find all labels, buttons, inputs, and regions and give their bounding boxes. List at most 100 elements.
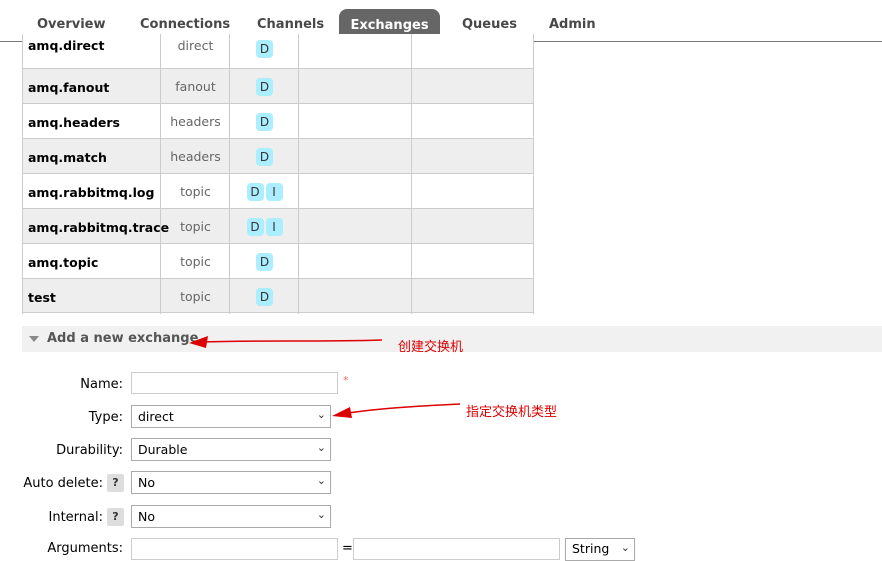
internal-badge: I	[265, 218, 283, 236]
table-row[interactable]: amq.rabbitmq.trace topic D I	[22, 208, 534, 244]
message-rate-out-cell	[412, 69, 534, 104]
feature-badges: D	[230, 40, 299, 58]
message-rate-out-cell	[412, 139, 534, 174]
arrow-specify-type	[341, 403, 461, 415]
feature-badges: DI	[230, 218, 299, 236]
exchange-name-cell: amq.topic	[22, 244, 161, 279]
exchange-name-cell: amq.fanout	[22, 69, 161, 104]
internal-help-icon[interactable]: ?	[107, 508, 124, 526]
table-row[interactable]: amq.headers headers D	[22, 103, 534, 139]
table-row[interactable]: amq.match headers D	[22, 138, 534, 174]
exchange-type-cell: topic	[161, 209, 230, 244]
durable-badge: D	[246, 183, 264, 201]
exchange-type-cell: topic	[161, 279, 230, 314]
durable-badge: D	[256, 78, 273, 96]
exchanges-table: amq.direct direct Damq.fanout fanout Damq.he…	[22, 34, 534, 314]
exchange-name-cell: amq.rabbitmq.log	[22, 174, 161, 209]
type-select[interactable]: direct ⌄	[131, 405, 331, 428]
table-row[interactable]: test topic D	[22, 278, 534, 314]
durability-select[interactable]: Durable ⌄	[131, 438, 331, 461]
durable-badge: D	[256, 288, 273, 306]
exchange-name-link[interactable]: amq.match	[28, 150, 107, 165]
table-row[interactable]: amq.rabbitmq.log topic D I	[22, 173, 534, 209]
table-row[interactable]: amq.topic topic D	[22, 243, 534, 279]
add-exchange-title: Add a new exchange	[47, 331, 199, 346]
table-row[interactable]: amq.direct direct D	[22, 34, 534, 69]
exchange-features-cell: D	[230, 69, 299, 104]
argument-key-input[interactable]	[131, 538, 338, 560]
exchange-type: topic	[180, 289, 211, 304]
message-rate-in-cell	[299, 104, 412, 139]
exchange-name-cell: amq.match	[22, 139, 161, 174]
exchange-type: direct	[177, 38, 214, 53]
durable-badge: D	[256, 113, 273, 131]
chevron-down-icon: ⌄	[316, 508, 326, 521]
tab-connections[interactable]: Connections	[140, 17, 230, 32]
collapse-triangle-icon[interactable]	[29, 336, 39, 342]
exchange-name-link[interactable]: amq.topic	[28, 255, 98, 270]
exchange-name-link[interactable]: amq.direct	[28, 38, 104, 53]
durability-select-value: Durable	[138, 442, 188, 457]
auto-delete-help-icon[interactable]: ?	[107, 474, 124, 492]
type-label: Type:	[88, 410, 123, 425]
message-rate-in-cell	[299, 139, 412, 174]
feature-badges: D	[230, 288, 299, 306]
exchange-type-cell: topic	[161, 244, 230, 279]
durable-badge: D	[256, 148, 273, 166]
exchange-features-cell: D	[230, 104, 299, 139]
durability-label: Durability:	[56, 443, 123, 458]
chevron-down-icon: ⌄	[620, 541, 630, 554]
auto-delete-select[interactable]: No ⌄	[131, 471, 331, 494]
exchange-type-cell: topic	[161, 174, 230, 209]
exchange-name-link[interactable]: amq.headers	[28, 115, 120, 130]
internal-badge: I	[265, 183, 283, 201]
message-rate-out-cell	[412, 244, 534, 279]
exchange-name-link[interactable]: amq.fanout	[28, 80, 109, 95]
name-label: Name:	[80, 377, 123, 392]
message-rate-out-cell	[412, 279, 534, 314]
required-marker: *	[343, 374, 349, 387]
feature-badges: D	[230, 253, 299, 271]
arguments-label: Arguments:	[47, 541, 123, 556]
annotation-specify-type: 指定交换机类型	[466, 405, 558, 420]
name-input[interactable]	[131, 372, 338, 394]
chevron-down-icon: ⌄	[316, 441, 326, 454]
internal-select[interactable]: No ⌄	[131, 505, 331, 528]
exchange-type: topic	[180, 219, 211, 234]
exchange-name-cell: amq.direct	[22, 34, 161, 69]
auto-delete-select-value: No	[138, 475, 155, 490]
exchange-name-cell: test	[22, 279, 161, 314]
feature-badges: D	[230, 113, 299, 131]
message-rate-in-cell	[299, 34, 412, 69]
exchange-name-cell: amq.headers	[22, 104, 161, 139]
exchange-name-link[interactable]: amq.rabbitmq.trace	[28, 220, 169, 235]
chevron-down-icon: ⌄	[316, 408, 326, 421]
table-bottom-border	[22, 312, 534, 313]
feature-badges: D	[230, 148, 299, 166]
exchange-type: topic	[180, 254, 211, 269]
tab-overview[interactable]: Overview	[37, 17, 106, 32]
argument-value-input[interactable]	[353, 538, 560, 560]
exchange-type-cell: headers	[161, 104, 230, 139]
auto-delete-label: Auto delete:	[23, 476, 103, 491]
table-row[interactable]: amq.fanout fanout D	[22, 68, 534, 104]
tab-admin[interactable]: Admin	[549, 17, 596, 32]
exchange-type: fanout	[175, 79, 216, 94]
message-rate-out-cell	[412, 34, 534, 69]
message-rate-in-cell	[299, 279, 412, 314]
argument-type-select[interactable]: String ⌄	[565, 538, 635, 561]
exchange-features-cell: D	[230, 34, 299, 69]
exchange-name-link[interactable]: test	[28, 290, 56, 305]
internal-select-value: No	[138, 509, 155, 524]
exchange-features-cell: D	[230, 279, 299, 314]
durable-badge: D	[246, 218, 264, 236]
arguments-equals: =	[342, 541, 353, 556]
exchange-features-cell: D	[230, 139, 299, 174]
durable-badge: D	[256, 253, 273, 271]
message-rate-in-cell	[299, 209, 412, 244]
tab-channels[interactable]: Channels	[257, 17, 324, 32]
tab-queues[interactable]: Queues	[462, 17, 517, 32]
feature-badges: D	[230, 78, 299, 96]
exchange-name-link[interactable]: amq.rabbitmq.log	[28, 185, 154, 200]
exchange-type-cell: direct	[161, 34, 230, 69]
